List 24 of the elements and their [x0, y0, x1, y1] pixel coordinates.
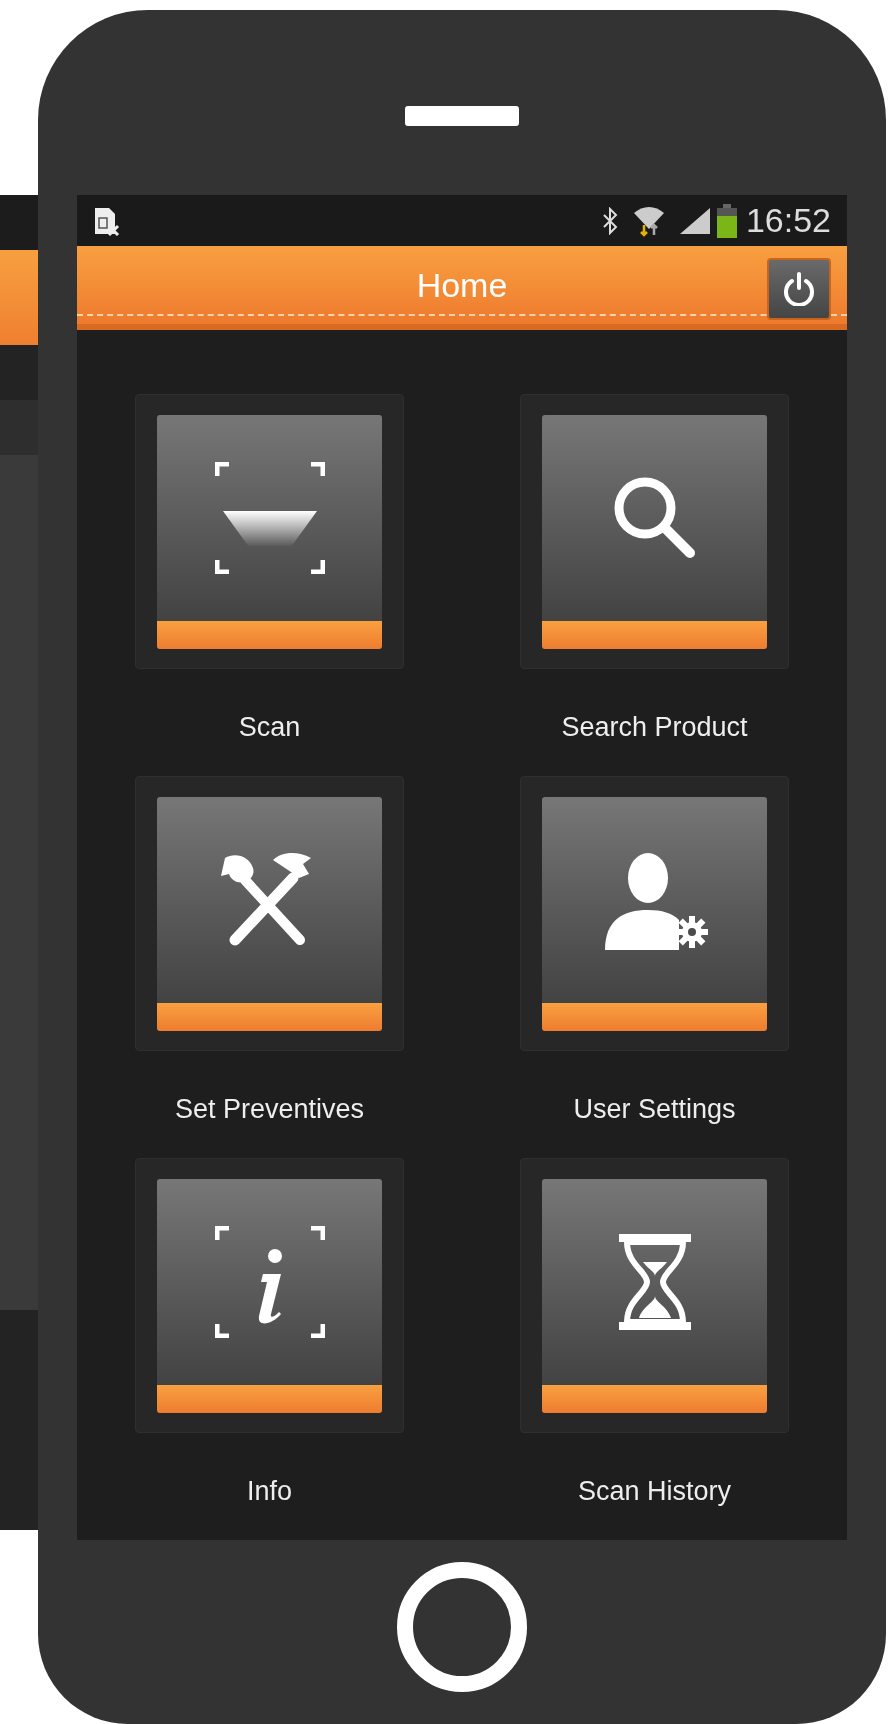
tile-label: Set Preventives: [174, 1093, 365, 1126]
info-icon: [214, 1225, 325, 1338]
scan-icon: [214, 461, 325, 574]
search-icon: [612, 475, 697, 560]
tile-button[interactable]: [542, 796, 767, 1031]
tile-button[interactable]: [157, 1178, 382, 1413]
tile-button[interactable]: [542, 414, 767, 649]
tile-label: User Settings: [573, 1093, 736, 1126]
screen-title: Home: [416, 264, 508, 306]
tile-label: Search Product: [561, 711, 748, 744]
power-button[interactable]: [767, 258, 831, 320]
tile-label: Scan History: [577, 1475, 732, 1508]
sim-card-icon: [93, 205, 121, 236]
wifi-icon: [631, 204, 666, 237]
tile-label: Scan: [238, 711, 301, 744]
status-time: 16:52: [745, 200, 831, 241]
tile-label: Info: [246, 1475, 292, 1508]
tile-button[interactable]: [542, 1178, 767, 1413]
power-icon: [783, 272, 815, 306]
home-button[interactable]: [397, 1562, 527, 1692]
tile-button[interactable]: [157, 414, 382, 649]
battery-icon: [715, 203, 738, 238]
tile-button[interactable]: [157, 796, 382, 1031]
bluetooth-icon: [601, 206, 618, 235]
